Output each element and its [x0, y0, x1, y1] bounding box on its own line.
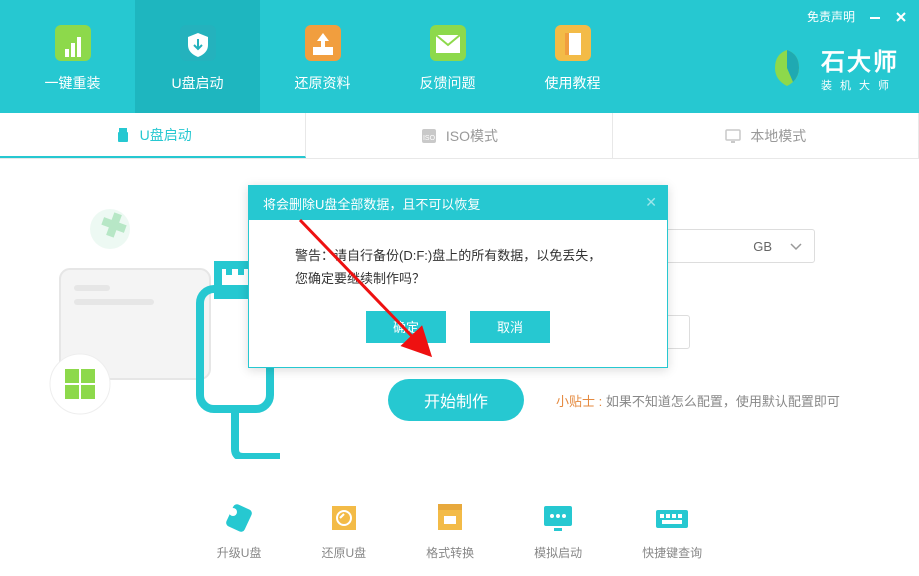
- nav-label: 还原资料: [295, 73, 351, 93]
- dialog-close-icon[interactable]: ✕: [645, 194, 657, 211]
- brand-sub: 装机大师: [821, 77, 899, 93]
- nav-label: 反馈问题: [420, 73, 476, 93]
- envelope-icon: [426, 21, 470, 65]
- dropdown-text: GB: [753, 239, 772, 254]
- nav-usb-boot[interactable]: U盘启动: [135, 0, 260, 113]
- subtab-usb[interactable]: U盘启动: [0, 113, 306, 158]
- tool-upgrade-usb[interactable]: 升级U盘: [217, 502, 262, 561]
- tools-row: 升级U盘 还原U盘 格式转换 模拟启动 快捷键查询: [0, 502, 919, 561]
- brand-logo-icon: [765, 46, 809, 90]
- svg-text:ISO: ISO: [423, 135, 436, 142]
- dialog-cancel-button[interactable]: 取消: [470, 311, 550, 343]
- nav-label: 使用教程: [545, 73, 601, 93]
- nav-label: 一键重装: [45, 73, 101, 93]
- dialog-title: 将会删除U盘全部数据，且不可以恢复: [263, 194, 480, 213]
- subtab-iso[interactable]: ISO ISO模式: [306, 113, 612, 158]
- tip-text: 如果不知道怎么配置，使用默认配置即可: [606, 394, 840, 409]
- header-right: 免责声明: [807, 8, 907, 25]
- dialog-line2: 您确定要继续制作吗？: [295, 267, 639, 290]
- nav-label: U盘启动: [171, 73, 223, 93]
- tool-label: 格式转换: [426, 544, 474, 561]
- usb-restore-icon: [324, 502, 364, 534]
- nav-restore-data[interactable]: 还原资料: [260, 0, 385, 113]
- dialog-ok-button[interactable]: 确定: [366, 311, 446, 343]
- nav: 一键重装 U盘启动 还原资料 反馈问题 使用教程: [0, 0, 635, 113]
- nav-one-key-reinstall[interactable]: 一键重装: [10, 0, 135, 113]
- tool-restore-usb[interactable]: 还原U盘: [321, 502, 366, 561]
- iso-icon: ISO: [420, 127, 438, 145]
- dialog-actions: 确定 取消: [249, 311, 667, 367]
- confirm-dialog: 将会删除U盘全部数据，且不可以恢复 ✕ 警告：请自行备份(D:F:)盘上的所有数…: [248, 185, 668, 368]
- minimize-button[interactable]: [869, 11, 881, 23]
- app-header: 一键重装 U盘启动 还原资料 反馈问题 使用教程 免责声明: [0, 0, 919, 113]
- format-convert-icon: [430, 502, 470, 534]
- tip-row: 小贴士 : 如果不知道怎么配置，使用默认配置即可: [556, 391, 840, 410]
- nav-feedback[interactable]: 反馈问题: [385, 0, 510, 113]
- tip-label: 小贴士 :: [556, 394, 602, 409]
- subtab-label: 本地模式: [750, 126, 806, 146]
- dialog-body: 警告：请自行备份(D:F:)盘上的所有数据，以免丢失， 您确定要继续制作吗？: [249, 220, 667, 311]
- chevron-down-icon: [790, 239, 802, 254]
- nav-tutorial[interactable]: 使用教程: [510, 0, 635, 113]
- tool-format-convert[interactable]: 格式转换: [426, 502, 474, 561]
- keyboard-icon: [652, 502, 692, 534]
- tool-label: 模拟启动: [534, 544, 582, 561]
- subtab-local[interactable]: 本地模式: [613, 113, 919, 158]
- usb-icon: [114, 126, 132, 144]
- close-button[interactable]: [895, 11, 907, 23]
- sub-tabs: U盘启动 ISO ISO模式 本地模式: [0, 113, 919, 159]
- disclaimer-link[interactable]: 免责声明: [807, 8, 855, 25]
- brand-main: 石大师: [821, 42, 899, 77]
- book-icon: [551, 21, 595, 65]
- monitor-icon: [51, 21, 95, 65]
- upload-box-icon: [301, 21, 345, 65]
- dialog-header: 将会删除U盘全部数据，且不可以恢复 ✕: [249, 186, 667, 220]
- subtab-label: ISO模式: [446, 126, 498, 146]
- subtab-label: U盘启动: [140, 125, 192, 145]
- tool-label: 快捷键查询: [642, 544, 702, 561]
- tool-label: 升级U盘: [217, 544, 262, 561]
- brand: 石大师 装机大师: [765, 42, 899, 93]
- start-make-button[interactable]: 开始制作: [388, 379, 524, 421]
- simulate-icon: [538, 502, 578, 534]
- usb-upgrade-icon: [219, 502, 259, 534]
- brand-text: 石大师 装机大师: [821, 42, 899, 93]
- usb-shield-icon: [176, 21, 220, 65]
- monitor-small-icon: [724, 127, 742, 145]
- tool-label: 还原U盘: [321, 544, 366, 561]
- tool-shortcut-lookup[interactable]: 快捷键查询: [642, 502, 702, 561]
- tool-simulate-boot[interactable]: 模拟启动: [534, 502, 582, 561]
- dialog-line1: 警告：请自行备份(D:F:)盘上的所有数据，以免丢失，: [295, 244, 639, 267]
